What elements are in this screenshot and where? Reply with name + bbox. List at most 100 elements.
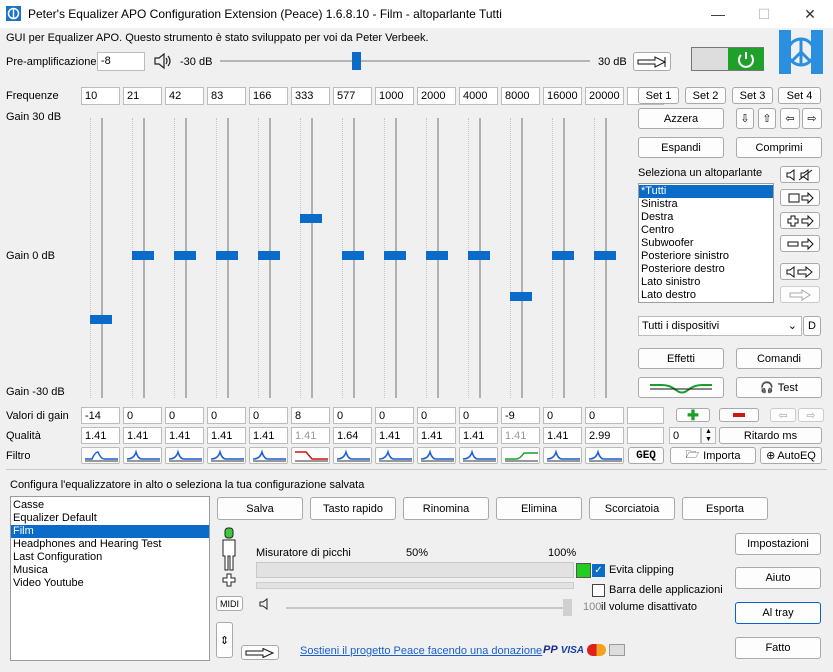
gain-slider[interactable]	[521, 118, 523, 398]
speaker-item[interactable]: Centro	[639, 224, 773, 237]
move-left-button[interactable]: ⇦	[780, 108, 800, 129]
filter-button[interactable]	[375, 447, 414, 464]
device-select[interactable]: Tutti i dispositivi ⌄	[638, 316, 802, 336]
autoeq-button[interactable]: ⊕ AutoEQ	[760, 447, 822, 464]
speaker-remove-button[interactable]	[780, 235, 820, 252]
gain-slider-thumb[interactable]	[300, 214, 322, 223]
test-button[interactable]: 🎧 Test	[736, 377, 822, 398]
gain-slider-thumb[interactable]	[90, 315, 112, 324]
person-button[interactable]	[219, 526, 239, 588]
quality-input[interactable]: 1.41	[123, 427, 162, 444]
help-button[interactable]: Aiuto	[735, 567, 821, 589]
gain-input[interactable]: 0	[165, 407, 204, 424]
device-d-button[interactable]: D	[803, 316, 821, 336]
gain-slider-thumb[interactable]	[258, 251, 280, 260]
gain-slider-thumb[interactable]	[426, 251, 448, 260]
speaker-item[interactable]: Posteriore sinistro	[639, 250, 773, 263]
config-item[interactable]: Casse	[11, 499, 209, 512]
delete-button[interactable]: Elimina	[496, 497, 582, 520]
gain-input[interactable]: 0	[585, 407, 624, 424]
settings-button[interactable]: Impostazioni	[735, 533, 821, 555]
quality-input[interactable]: 1.41	[291, 427, 330, 444]
expand-button[interactable]: Espandi	[638, 137, 724, 158]
speaker-item[interactable]: Subwoofer	[639, 237, 773, 250]
config-list[interactable]: Casse Equalizer Default Film Headphones and…	[10, 496, 210, 661]
filter-button[interactable]	[81, 447, 120, 464]
filter-button[interactable]	[123, 447, 162, 464]
frequency-input[interactable]: 16000	[543, 87, 582, 105]
avoid-clipping-checkbox[interactable]: ✓	[592, 564, 605, 577]
quality-input[interactable]: 1.41	[543, 427, 582, 444]
gain-slider-thumb[interactable]	[468, 251, 490, 260]
quality-input[interactable]: 1.41	[249, 427, 288, 444]
filter-button[interactable]	[585, 447, 624, 464]
config-item[interactable]: Headphones and Hearing Test	[11, 538, 209, 551]
speaker-item[interactable]: Posteriore destro	[639, 263, 773, 276]
rename-button[interactable]: Rinomina	[403, 497, 489, 520]
move-up-button[interactable]: ⇧	[758, 108, 776, 129]
swap-vertical-button[interactable]: ⇕	[216, 622, 233, 658]
payment-logos[interactable]: PP VISA	[543, 642, 625, 658]
maximize-button[interactable]: ☐	[741, 0, 787, 28]
gain-slider[interactable]	[101, 118, 103, 398]
filter-button[interactable]	[459, 447, 498, 464]
preamp-slider-thumb[interactable]	[352, 52, 361, 70]
gain-slider[interactable]	[311, 118, 313, 398]
compress-button[interactable]: Comprimi	[736, 137, 822, 158]
delay-input[interactable]: 0	[669, 427, 701, 444]
frequency-input[interactable]: 577	[333, 87, 372, 105]
reset-button[interactable]: Azzera	[638, 108, 724, 129]
gain-slider-thumb[interactable]	[342, 251, 364, 260]
done-button[interactable]: Fatto	[735, 637, 821, 659]
frequency-input[interactable]: 333	[291, 87, 330, 105]
preamp-input[interactable]: -8	[97, 52, 145, 71]
frequency-input[interactable]: 8000	[501, 87, 540, 105]
preamp-apply-button[interactable]	[633, 52, 671, 71]
frequency-input[interactable]: 4000	[459, 87, 498, 105]
quality-input[interactable]	[627, 427, 664, 444]
speaker-paste-button[interactable]	[780, 286, 820, 303]
hotkey-button[interactable]: Tasto rapido	[310, 497, 396, 520]
set1-button[interactable]: Set 1	[638, 87, 679, 104]
geq-button[interactable]: GEQ	[628, 447, 664, 464]
speaker-square-button[interactable]	[780, 189, 820, 206]
volume-slider[interactable]	[286, 607, 569, 609]
gain-input[interactable]: -14	[81, 407, 120, 424]
filter-button[interactable]	[543, 447, 582, 464]
volume-slider-thumb[interactable]	[563, 599, 572, 616]
speaker-list[interactable]: *Tutti Sinistra Destra Centro Subwoofer Poste…	[638, 183, 774, 303]
frequency-input[interactable]: 20000	[585, 87, 624, 105]
gain-input[interactable]: 8	[291, 407, 330, 424]
filter-button[interactable]	[165, 447, 204, 464]
gain-slider-thumb[interactable]	[384, 251, 406, 260]
quality-input[interactable]: 1.41	[417, 427, 456, 444]
import-button[interactable]: 🗁 Importa	[670, 447, 756, 464]
filter-button[interactable]	[417, 447, 456, 464]
quality-input[interactable]: 1.41	[459, 427, 498, 444]
gain-slider-thumb[interactable]	[216, 251, 238, 260]
gain-input[interactable]: 0	[543, 407, 582, 424]
gain-input[interactable]: 0	[417, 407, 456, 424]
config-item[interactable]: Film	[11, 525, 209, 538]
gain-slider-thumb[interactable]	[510, 292, 532, 301]
delay-spinner[interactable]: ▲ ▼	[701, 427, 716, 444]
filter-button[interactable]	[207, 447, 246, 464]
export-button[interactable]: Esporta	[682, 497, 768, 520]
shift-right-button[interactable]: ⇨	[798, 408, 824, 422]
speaker-item[interactable]: Lato destro	[639, 289, 773, 302]
frequency-input[interactable]: 1000	[375, 87, 414, 105]
quality-input[interactable]: 1.64	[333, 427, 372, 444]
commands-button[interactable]: Comandi	[736, 348, 822, 369]
gain-input[interactable]: 0	[123, 407, 162, 424]
donate-link[interactable]: Sostieni il progetto Peace facendo una d…	[300, 645, 542, 657]
curve-view-button[interactable]	[638, 377, 724, 398]
frequency-input[interactable]: 83	[207, 87, 246, 105]
gain-slider-thumb[interactable]	[132, 251, 154, 260]
shift-left-button[interactable]: ⇦	[770, 408, 796, 422]
frequency-input[interactable]: 21	[123, 87, 162, 105]
effects-button[interactable]: Effetti	[638, 348, 724, 369]
gain-input[interactable]: 0	[375, 407, 414, 424]
gain-input[interactable]: 0	[249, 407, 288, 424]
speaker-item[interactable]: Destra	[639, 211, 773, 224]
config-item[interactable]: Video Youtube	[11, 577, 209, 590]
